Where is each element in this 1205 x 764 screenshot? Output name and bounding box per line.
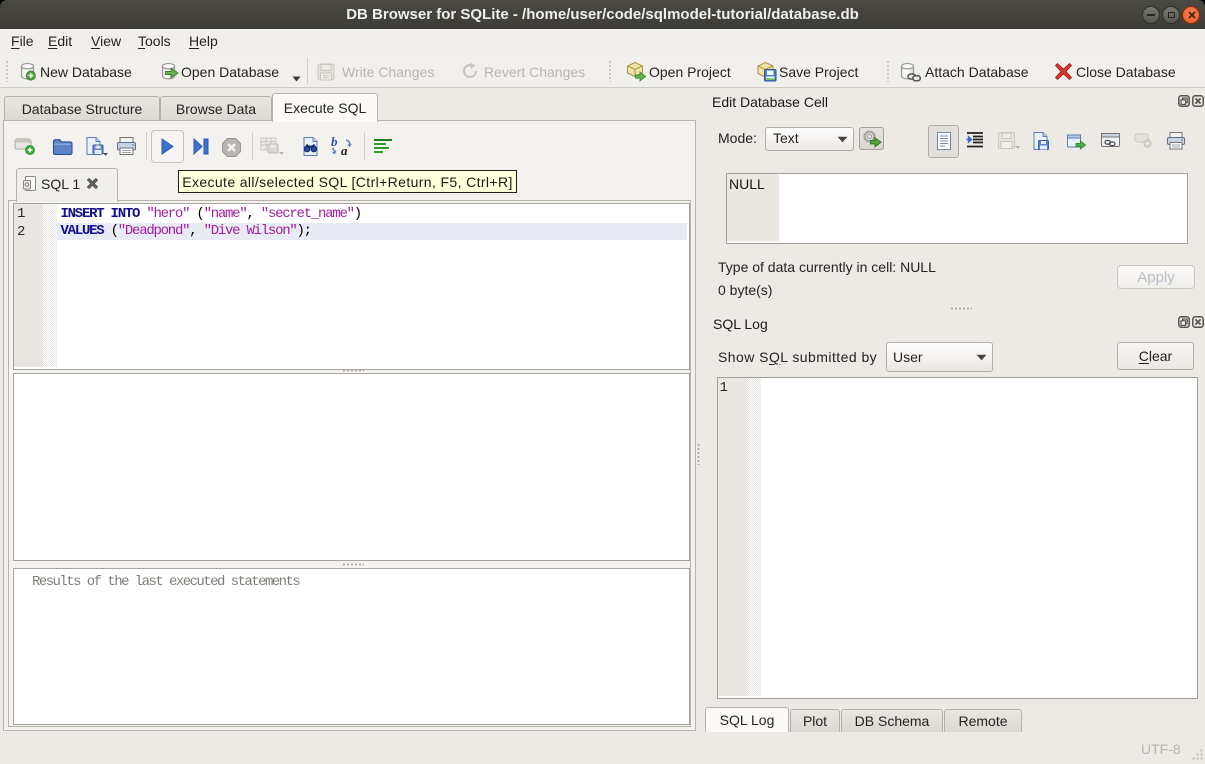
svg-text:a: a <box>341 143 348 157</box>
svg-text:b: b <box>331 136 338 149</box>
